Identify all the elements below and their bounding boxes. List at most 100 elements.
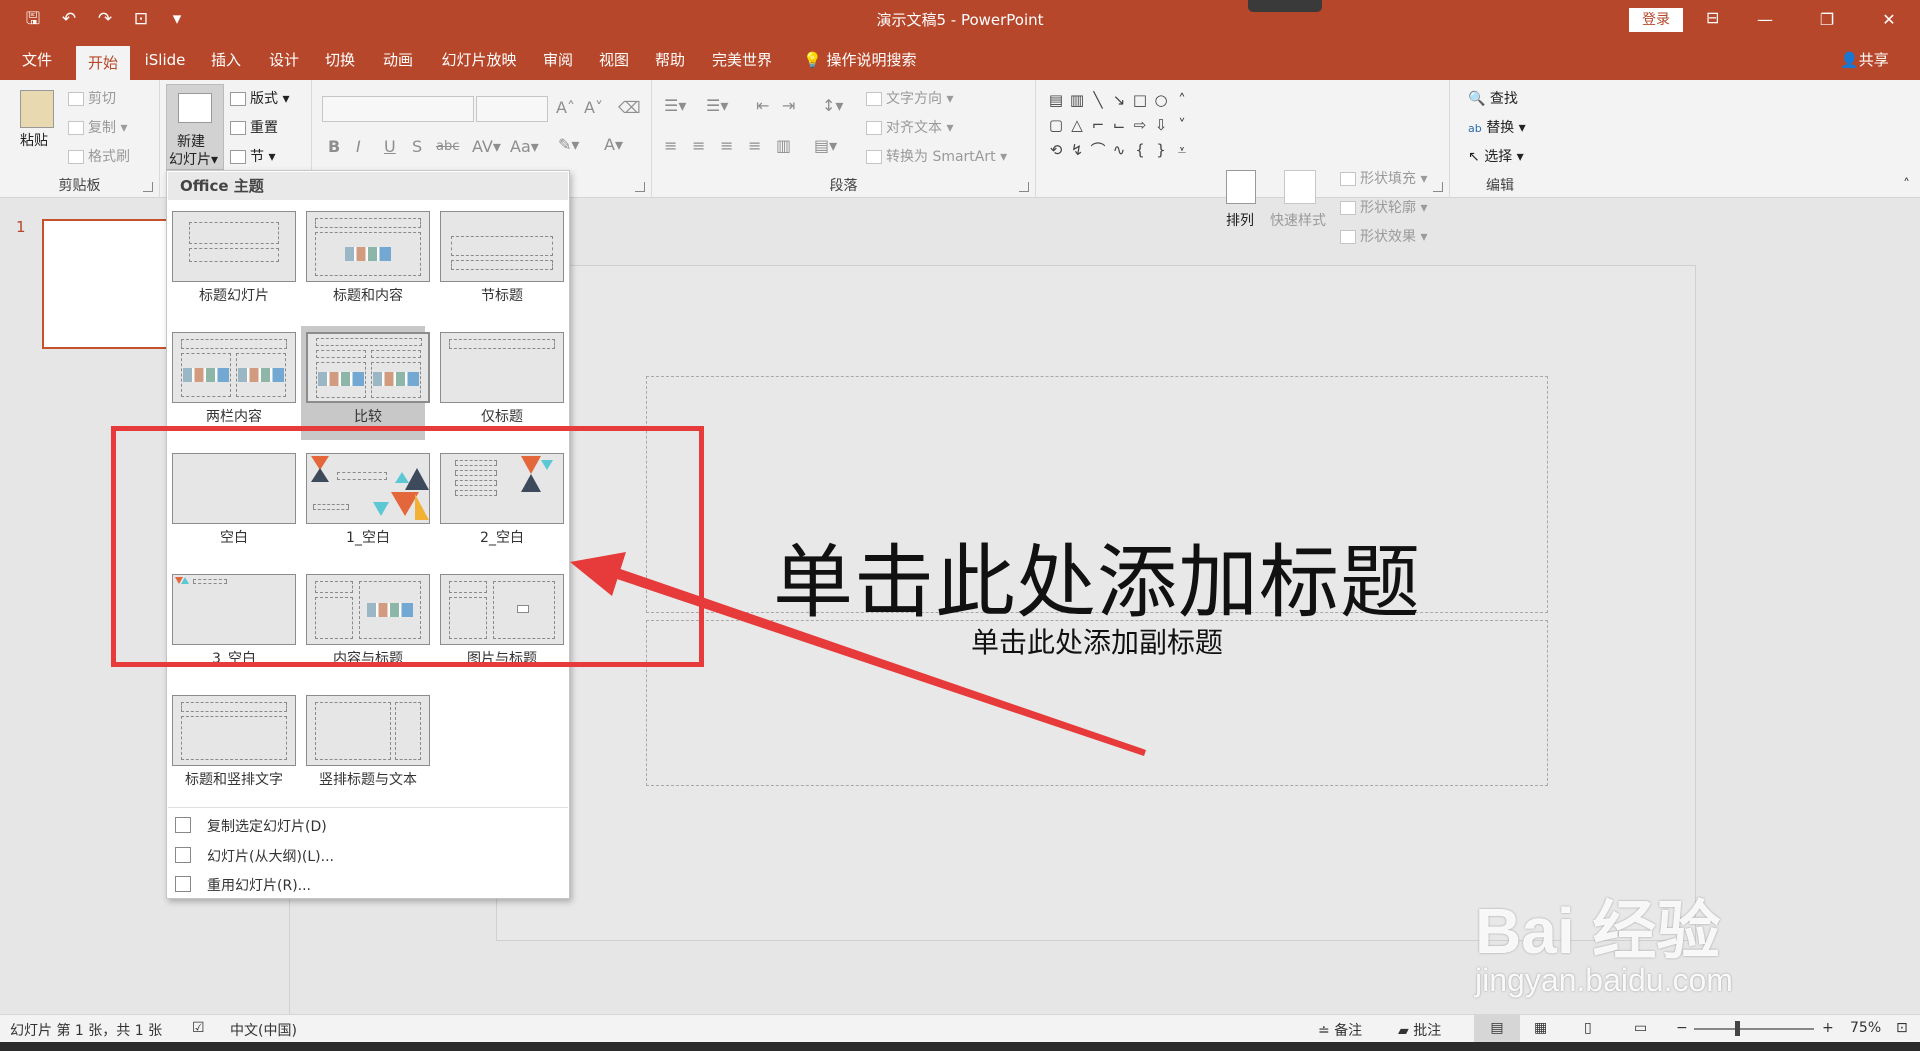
tab-slideshow[interactable]: 幻灯片放映: [434, 40, 524, 80]
copy-button[interactable]: 复制 ▾: [68, 117, 127, 137]
shape-outline-button[interactable]: 形状轮廓 ▾: [1340, 197, 1427, 217]
arrange-button[interactable]: 排列: [1226, 210, 1254, 230]
accessibility-icon[interactable]: ☑: [192, 1020, 205, 1036]
normal-view-icon[interactable]: ▤: [1474, 1015, 1520, 1042]
layout-two-content[interactable]: 两栏内容: [167, 326, 296, 440]
shape-fill-button[interactable]: 形状填充 ▾: [1340, 168, 1427, 188]
tab-wanmei[interactable]: 完美世界: [706, 40, 778, 80]
new-slide-button[interactable]: 新建 幻灯片▾: [166, 84, 224, 170]
elbow-connector-shape-icon[interactable]: ⌐: [1088, 113, 1108, 137]
font-name-combo[interactable]: [322, 96, 474, 122]
tab-design[interactable]: 设计: [262, 40, 306, 80]
columns-icon[interactable]: ▤▾: [814, 136, 837, 155]
zoom-slider-thumb[interactable]: [1735, 1021, 1740, 1036]
paste-button[interactable]: 粘贴: [20, 130, 48, 150]
shadow-icon[interactable]: S: [412, 137, 422, 156]
drawing-launcher-icon[interactable]: [1433, 182, 1443, 192]
char-spacing-icon[interactable]: AV▾: [472, 137, 501, 156]
quick-styles-icon[interactable]: [1284, 170, 1316, 204]
font-color-icon[interactable]: A▾: [604, 135, 623, 154]
layout-section-header[interactable]: 节标题: [435, 205, 564, 319]
decrease-indent-icon[interactable]: ⇤: [756, 96, 769, 115]
triangle-shape-icon[interactable]: △: [1067, 113, 1087, 137]
text-direction-button[interactable]: 文字方向 ▾: [866, 88, 953, 108]
tab-review[interactable]: 审阅: [536, 40, 580, 80]
arrow-line-shape-icon[interactable]: ↘: [1109, 88, 1129, 112]
tab-home[interactable]: 开始: [76, 46, 130, 80]
bold-icon[interactable]: B: [328, 137, 340, 156]
font-launcher-icon[interactable]: [635, 182, 645, 192]
arrange-icon[interactable]: [1226, 170, 1256, 204]
justify-icon[interactable]: ≡: [748, 136, 761, 155]
slideshow-view-icon[interactable]: ▭: [1634, 1020, 1647, 1036]
scroll-up-icon[interactable]: ˄: [1172, 88, 1192, 112]
tab-transitions[interactable]: 切换: [318, 40, 362, 80]
zoom-level[interactable]: 75%: [1850, 1020, 1881, 1036]
freeform-shape-icon[interactable]: ↯: [1067, 138, 1087, 162]
line-spacing-icon[interactable]: ↕▾: [822, 96, 843, 115]
shapes-gallery[interactable]: ▤ ▥ ╲ ↘ □ ○ ˄ ▢ △ ⌐ ⌙ ⇨ ⇩ ˅ ⟲ ↯ ⌒ ∿{} ⩡: [1046, 88, 1194, 166]
highlight-icon[interactable]: ✎▾: [558, 135, 579, 154]
convert-smartart-button[interactable]: 转换为 SmartArt ▾: [866, 146, 1007, 166]
clear-format-icon[interactable]: ⌫: [618, 98, 641, 117]
rectangle-shape-icon[interactable]: □: [1130, 88, 1150, 112]
grow-font-icon[interactable]: A˄: [556, 98, 575, 117]
duplicate-slide-item[interactable]: 复制选定幻灯片(D): [207, 816, 327, 836]
format-painter-button[interactable]: 格式刷: [68, 146, 130, 166]
login-button[interactable]: 登录: [1629, 8, 1683, 32]
align-center-icon[interactable]: ≡: [692, 136, 705, 155]
restore-icon[interactable]: ❐: [1796, 6, 1858, 34]
numbering-icon[interactable]: ☰▾: [706, 96, 728, 115]
find-button[interactable]: 🔍 查找: [1468, 88, 1518, 108]
left-brace-shape-icon[interactable]: {: [1130, 138, 1150, 162]
italic-icon[interactable]: I: [356, 137, 361, 156]
align-right-icon[interactable]: ≡: [720, 136, 733, 155]
tab-help[interactable]: 帮助: [648, 40, 692, 80]
paste-icon[interactable]: [20, 90, 54, 128]
paragraph-launcher-icon[interactable]: [1019, 182, 1029, 192]
notes-button[interactable]: ≐ 备注: [1318, 1020, 1362, 1040]
ribbon-display-options-icon[interactable]: ⊟: [1706, 8, 1719, 27]
scroll-down-icon[interactable]: ˅: [1172, 113, 1192, 137]
zoom-out-icon[interactable]: −: [1676, 1020, 1688, 1036]
tell-me-search[interactable]: 💡 操作说明搜索: [803, 40, 916, 80]
section-button[interactable]: 节 ▾: [230, 146, 275, 166]
tab-islide[interactable]: iSlide: [140, 40, 190, 80]
layout-title-only[interactable]: 仅标题: [435, 326, 564, 440]
select-button[interactable]: ↖ 选择 ▾: [1468, 146, 1524, 166]
replace-button[interactable]: ab 替换 ▾: [1468, 117, 1526, 137]
tab-animations[interactable]: 动画: [376, 40, 420, 80]
slides-from-outline-item[interactable]: 幻灯片(从大纲)(L)...: [207, 846, 334, 866]
collapse-ribbon-icon[interactable]: ˄: [1903, 177, 1910, 193]
layout-title-and-content[interactable]: 标题和内容: [301, 205, 430, 319]
layout-vertical-title-and-text[interactable]: 竖排标题与文本: [301, 689, 430, 803]
minimize-icon[interactable]: —: [1734, 6, 1796, 34]
distributed-icon[interactable]: ▥: [776, 136, 791, 155]
line-shape-icon[interactable]: ╲: [1088, 88, 1108, 112]
language-indicator[interactable]: 中文(中国): [230, 1020, 297, 1040]
close-icon[interactable]: ✕: [1858, 6, 1920, 34]
zoom-slider[interactable]: [1694, 1028, 1814, 1030]
fit-to-window-icon[interactable]: ⊡: [1896, 1020, 1908, 1036]
change-case-icon[interactable]: Aa▾: [510, 137, 539, 156]
curve-shape-icon[interactable]: ⟲: [1046, 138, 1066, 162]
layout-comparison[interactable]: 比较: [301, 326, 430, 440]
slide-sorter-icon[interactable]: ▦: [1534, 1020, 1547, 1036]
reading-view-icon[interactable]: ▯: [1584, 1020, 1592, 1036]
font-size-combo[interactable]: [476, 96, 548, 122]
arc-shape-icon[interactable]: ⌒: [1088, 138, 1108, 162]
layout-title-and-vertical-text[interactable]: 标题和竖排文字: [167, 689, 296, 803]
align-left-icon[interactable]: ≡: [664, 136, 677, 155]
bullets-icon[interactable]: ☰▾: [664, 96, 686, 115]
reuse-slides-item[interactable]: 重用幻灯片(R)...: [207, 875, 311, 895]
textbox-shape-icon[interactable]: ▤: [1046, 88, 1066, 112]
cut-button[interactable]: 剪切: [68, 88, 116, 108]
strikethrough-icon[interactable]: abc: [436, 139, 459, 154]
share-button[interactable]: 👤共享: [1840, 40, 1889, 80]
shape-effects-button[interactable]: 形状效果 ▾: [1340, 226, 1427, 246]
oval-shape-icon[interactable]: ○: [1151, 88, 1171, 112]
right-arrow-shape-icon[interactable]: ⇨: [1130, 113, 1150, 137]
layout-button[interactable]: 版式 ▾: [230, 88, 289, 108]
zoom-in-icon[interactable]: +: [1822, 1020, 1834, 1036]
right-brace-shape-icon[interactable]: }: [1151, 138, 1171, 162]
